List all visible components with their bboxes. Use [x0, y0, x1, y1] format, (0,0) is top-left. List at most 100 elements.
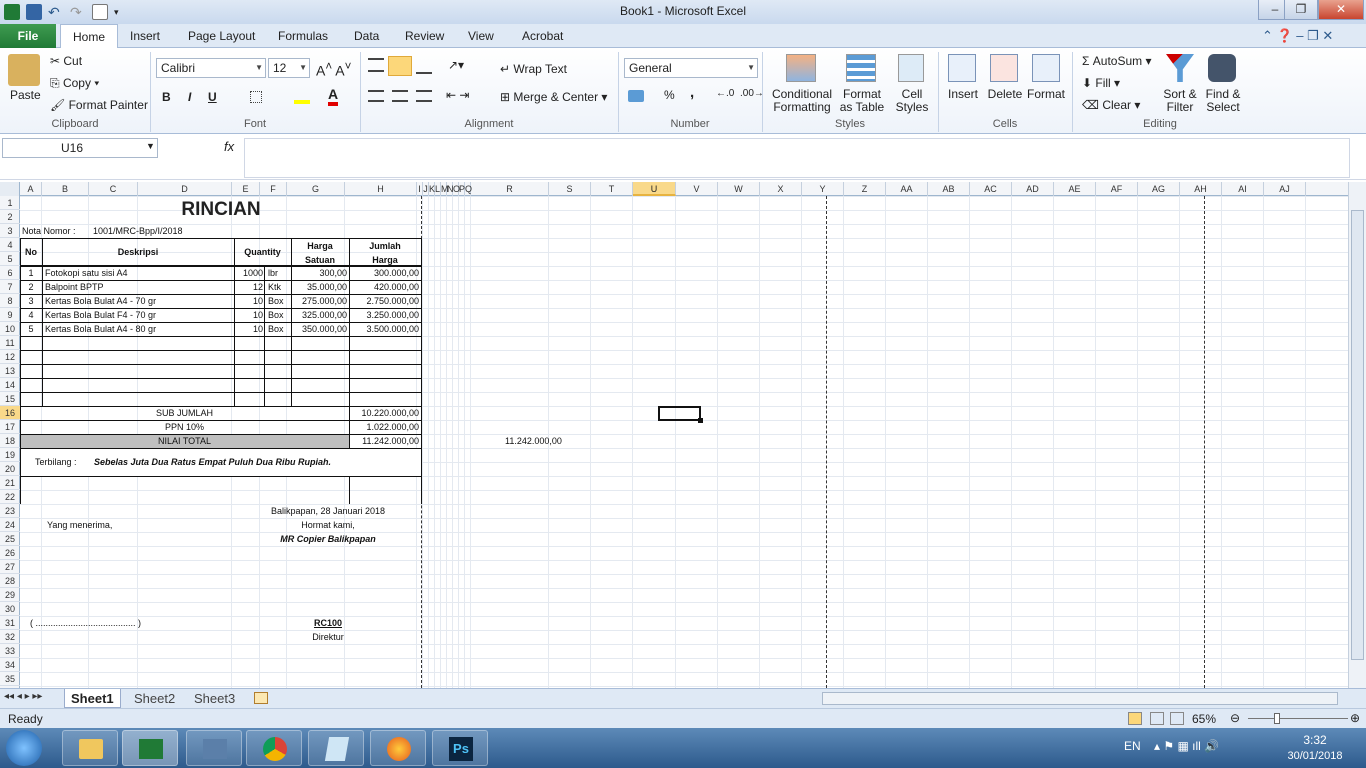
clear-button[interactable]: ⌫ Clear ▾ — [1082, 98, 1140, 112]
cell-styles-button[interactable]: Cell Styles — [890, 88, 934, 114]
active-cell-u16[interactable] — [658, 406, 701, 421]
fill-handle[interactable] — [698, 418, 703, 423]
tab-data[interactable]: Data — [342, 24, 391, 48]
column-header-g[interactable]: G — [287, 182, 345, 196]
zoom-out-icon[interactable]: ⊖ — [1230, 711, 1240, 725]
column-header-aa[interactable]: AA — [886, 182, 928, 196]
row-header-17[interactable]: 17 — [0, 420, 20, 434]
wrap-text-button[interactable]: ↵ Wrap Text — [500, 62, 567, 76]
column-header-y[interactable]: Y — [802, 182, 844, 196]
chrome-taskbar-icon[interactable] — [246, 730, 302, 766]
column-header-h[interactable]: H — [345, 182, 417, 196]
row-header-7[interactable]: 7 — [0, 280, 20, 294]
insert-cells-icon[interactable] — [948, 54, 976, 82]
conditional-formatting-icon[interactable] — [786, 54, 816, 82]
column-header-x[interactable]: X — [760, 182, 802, 196]
cell-r18[interactable]: 11.242.000,00 — [505, 434, 562, 448]
column-header-w[interactable]: W — [718, 182, 760, 196]
column-header-b[interactable]: B — [42, 182, 89, 196]
worksheet-grid[interactable]: RINCIAN Nota Nomor : 1001/MRC-Bpp/I/2018… — [20, 196, 1348, 688]
tab-formulas[interactable]: Formulas — [266, 24, 340, 48]
notepad-taskbar-icon[interactable] — [308, 730, 364, 766]
zoom-level[interactable]: 65% — [1192, 712, 1216, 726]
tab-file[interactable]: File — [0, 24, 56, 48]
indent-icon[interactable]: ⇤ ⇥ — [446, 88, 469, 102]
row-header-33[interactable]: 33 — [0, 644, 20, 658]
currency-icon[interactable] — [628, 90, 644, 102]
column-header-f[interactable]: F — [260, 182, 287, 196]
align-center-icon[interactable] — [392, 90, 408, 102]
paste-button[interactable]: Paste — [10, 88, 41, 102]
row-header-8[interactable]: 8 — [0, 294, 20, 308]
sort-filter-icon[interactable] — [1166, 54, 1194, 82]
column-header-z[interactable]: Z — [844, 182, 886, 196]
font-size-combo[interactable]: 12 ▼ — [268, 58, 310, 78]
photoshop-taskbar-icon[interactable]: Ps — [432, 730, 488, 766]
row-header-24[interactable]: 24 — [0, 518, 20, 532]
align-left-icon[interactable] — [368, 90, 384, 102]
tab-view[interactable]: View — [456, 24, 506, 48]
underline-button[interactable]: U — [208, 90, 217, 104]
row-header-31[interactable]: 31 — [0, 616, 20, 630]
insert-sheet-icon[interactable] — [254, 692, 268, 704]
sheet-tab-1[interactable]: Sheet1 — [64, 689, 121, 708]
horizontal-scrollbar[interactable] — [822, 692, 1338, 705]
sheet-tab-2[interactable]: Sheet2 — [128, 689, 181, 708]
clock-time[interactable]: 3:32 — [1270, 733, 1360, 747]
row-header-32[interactable]: 32 — [0, 630, 20, 644]
select-all-button[interactable] — [0, 182, 20, 196]
network-taskbar-icon[interactable] — [186, 730, 242, 766]
zoom-in-icon[interactable]: ⊕ — [1350, 711, 1360, 725]
row-header-14[interactable]: 14 — [0, 378, 20, 392]
column-header-af[interactable]: AF — [1096, 182, 1138, 196]
autosum-button[interactable]: Σ AutoSum ▾ — [1082, 54, 1151, 68]
tray-icons[interactable]: ▴ ⚑ ▦ ıll 🔊 — [1154, 739, 1219, 753]
row-header-23[interactable]: 23 — [0, 504, 20, 518]
row-header-25[interactable]: 25 — [0, 532, 20, 546]
column-header-t[interactable]: T — [591, 182, 633, 196]
chevron-down-icon[interactable]: ▼ — [146, 141, 155, 151]
font-name-combo[interactable]: Calibri ▼ — [156, 58, 266, 78]
tab-insert[interactable]: Insert — [118, 24, 172, 48]
row-header-34[interactable]: 34 — [0, 658, 20, 672]
sheet-tab-3[interactable]: Sheet3 — [188, 689, 241, 708]
borders-icon[interactable] — [250, 91, 262, 103]
format-as-table-icon[interactable] — [846, 54, 876, 82]
close-button[interactable]: ✕ — [1318, 0, 1364, 20]
sheet-nav-icons[interactable]: ◂◂ ◂ ▸ ▸▸ — [4, 691, 42, 702]
column-header-ad[interactable]: AD — [1012, 182, 1054, 196]
find-select-icon[interactable] — [1208, 54, 1236, 82]
row-header-10[interactable]: 10 — [0, 322, 20, 336]
font-color-icon[interactable]: A — [328, 86, 339, 106]
align-bottom-icon[interactable] — [416, 60, 432, 74]
zoom-slider-thumb[interactable] — [1274, 713, 1280, 724]
paste-icon[interactable] — [8, 54, 40, 86]
column-header-aj[interactable]: AJ — [1264, 182, 1306, 196]
increase-decimal-icon[interactable]: ←.0 — [716, 88, 734, 99]
column-header-v[interactable]: V — [676, 182, 718, 196]
row-header-15[interactable]: 15 — [0, 392, 20, 406]
row-header-12[interactable]: 12 — [0, 350, 20, 364]
cut-button[interactable]: ✂ Cut — [50, 54, 82, 68]
decrease-decimal-icon[interactable]: .00→ — [740, 88, 764, 99]
column-header-a[interactable]: A — [20, 182, 42, 196]
comma-button[interactable]: , — [690, 84, 694, 101]
row-header-18[interactable]: 18 — [0, 434, 20, 448]
delete-cells-icon[interactable] — [990, 54, 1018, 82]
help-icon[interactable]: ⌃ ❓ ‒ ❐ ✕ — [1262, 28, 1333, 44]
insert-cells-button[interactable]: Insert — [942, 88, 984, 101]
percent-button[interactable]: % — [664, 88, 675, 102]
align-top-icon[interactable] — [368, 58, 384, 72]
row-header-30[interactable]: 30 — [0, 602, 20, 616]
row-header-3[interactable]: 3 — [0, 224, 20, 238]
column-header-ae[interactable]: AE — [1054, 182, 1096, 196]
row-header-9[interactable]: 9 — [0, 308, 20, 322]
page-break-view-icon[interactable] — [1170, 712, 1184, 725]
bold-button[interactable]: B — [162, 90, 171, 104]
row-header-26[interactable]: 26 — [0, 546, 20, 560]
format-painter-button[interactable]: 🖌 Format Painter — [50, 98, 148, 112]
scroll-thumb[interactable] — [1351, 210, 1364, 660]
align-right-icon[interactable] — [416, 90, 432, 102]
row-header-11[interactable]: 11 — [0, 336, 20, 350]
clock-date[interactable]: 30/01/2018 — [1270, 750, 1360, 762]
